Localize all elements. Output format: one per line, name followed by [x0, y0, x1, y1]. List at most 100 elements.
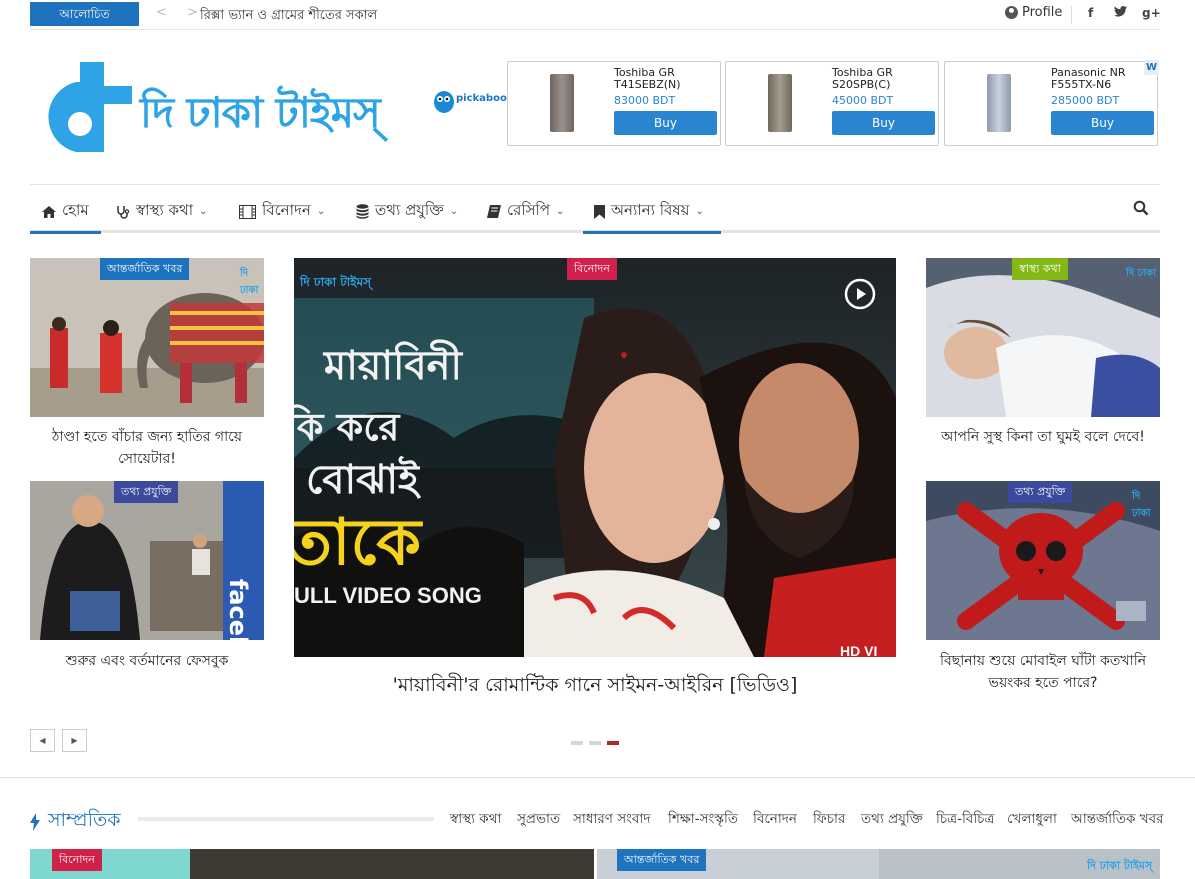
profile-link[interactable]: Profile — [1005, 5, 1062, 20]
latest-post-thumbnail[interactable]: বিনোদন — [30, 849, 594, 879]
post-thumbnail-elephant[interactable]: আন্তর্জাতিক খবর দি ঢাকা — [30, 258, 264, 417]
nav-item-home[interactable]: হোম — [42, 199, 89, 224]
nav-item-health[interactable]: স্বাস্থ্য কথা ⌄ — [116, 199, 207, 224]
filter-tab[interactable]: চিত্র-বিচিত্র — [936, 808, 994, 831]
buy-button[interactable]: Buy — [832, 111, 935, 135]
poster-logo: দি ঢাকা টাইমস্ — [300, 275, 372, 289]
watermark: দি ঢাকা টাইমস্ — [1087, 859, 1153, 872]
ad-price: 45000 BDT — [832, 94, 894, 107]
ad-choices-badge[interactable]: W — [1144, 60, 1159, 75]
slider-next-button[interactable]: ▶ — [62, 729, 87, 752]
post-title[interactable]: বিছানায় শুয়ে মোবাইল ঘাঁটা কতখানি ভয়ংক… — [930, 650, 1156, 694]
latest-title-text: সাম্প্রতিক — [48, 809, 121, 831]
pickaboo-mascot-icon — [434, 91, 454, 113]
post-thumbnail-sleep[interactable]: স্বাস্থ্য কথা দি ঢাকা — [926, 258, 1160, 417]
database-icon — [356, 204, 369, 219]
ad-price: 285000 BDT — [1051, 94, 1120, 107]
post-title[interactable]: শুরুর এবং বর্তমানের ফেসবুক — [38, 650, 256, 672]
latest-section-title: সাম্প্রতিক — [30, 806, 121, 838]
nav-item-recipe[interactable]: রেসিপি ⌄ — [487, 199, 564, 224]
title-rule — [138, 817, 434, 821]
elephant-photo — [30, 258, 264, 417]
user-icon — [1005, 6, 1018, 19]
filter-tab[interactable]: স্বাস্থ্য কথা — [450, 808, 501, 831]
nav-label: অন্যান্য বিষয় — [611, 201, 690, 219]
nav-item-entertainment[interactable]: বিনোদন ⌄ — [239, 199, 325, 224]
fridge-image — [987, 74, 1011, 132]
stethoscope-icon — [117, 205, 130, 219]
filter-tab[interactable]: খেলাধুলা — [1007, 808, 1057, 831]
logo-text: দি ঢাকা টাইমস্ — [140, 88, 381, 137]
category-badge[interactable]: তথ্য প্রযুক্তি — [1008, 481, 1073, 503]
filter-tab[interactable]: শিক্ষা-সংস্কৃতি — [668, 808, 738, 831]
home-icon — [42, 205, 56, 218]
ad-card[interactable]: Toshiba GR S20SPB(C) 45000 BDT Buy — [725, 61, 939, 146]
photo-fragment — [190, 849, 594, 879]
chevron-down-icon: ⌄ — [695, 206, 704, 217]
category-badge[interactable]: তথ্য প্রযুক্তি — [114, 481, 179, 503]
ticker-nav-arrows[interactable]: < > — [156, 5, 206, 20]
bookmark-icon — [594, 204, 605, 219]
pickaboo-logo[interactable]: pickaboo — [432, 88, 507, 116]
top-bar: আলোচিত < > রিক্সা ভ্যান ও গ্রামের শীতের … — [30, 0, 1161, 30]
slider-pagination — [571, 741, 619, 745]
fridge-image — [550, 74, 574, 132]
filter-tab[interactable]: আন্তর্জাতিক খবর — [1071, 808, 1164, 831]
ticker-headline[interactable]: রিক্সা ভ্যান ও গ্রামের শীতের সকাল — [200, 6, 377, 27]
main-nav: হোম স্বাস্থ্য কথা ⌄ বিনোদন ⌄ তথ্য প্রযুক… — [30, 184, 1160, 234]
nav-label: তথ্য প্রযুক্তি — [375, 201, 444, 219]
category-badge[interactable]: স্বাস্থ্য কথা — [1012, 258, 1068, 280]
post-title[interactable]: আপনি সুস্থ কিনা তা ঘুমই বলে দেবে! — [934, 426, 1152, 448]
facebook-icon[interactable]: f — [1088, 6, 1093, 20]
post-thumbnail-mobile[interactable]: তথ্য প্রযুক্তি দি ঢাকা — [926, 481, 1160, 640]
poster-hd: HD VI — [840, 643, 878, 657]
filter-tab[interactable]: বিনোদন — [753, 808, 797, 831]
watermark: দি ঢাকা — [1126, 268, 1157, 279]
post-thumbnail-facebook[interactable]: facebook তথ্য প্রযুক্তি — [30, 481, 264, 640]
category-badge[interactable]: আন্তর্জাতিক খবর — [100, 258, 190, 280]
google-plus-icon[interactable]: g+ — [1142, 6, 1161, 20]
ad-card[interactable]: Toshiba GR T41SEBZ(N) 83000 BDT Buy — [507, 61, 721, 146]
category-badge[interactable]: বিনোদন — [52, 849, 102, 871]
ad-card[interactable]: Panasonic NR F555TX-N6 285000 BDT Buy — [944, 61, 1158, 146]
category-badge[interactable]: আন্তর্জাতিক খবর — [617, 849, 707, 871]
profile-label: Profile — [1022, 5, 1063, 20]
filter-tab[interactable]: ফিচার — [813, 808, 845, 831]
filter-tab[interactable]: সুপ্রভাত — [517, 808, 560, 831]
featured-post-title[interactable]: 'মায়াবিনী'র রোমান্টিক গানে সাইমন-আইরিন … — [294, 674, 896, 696]
play-icon[interactable] — [844, 278, 876, 310]
nav-item-others[interactable]: অন্যান্য বিষয় ⌄ — [594, 199, 704, 224]
nav-label: বিনোদন — [262, 201, 311, 219]
ad-product-name: Toshiba GR T41SEBZ(N) — [614, 66, 681, 91]
ad-product-name: Toshiba GR S20SPB(C) — [832, 66, 893, 91]
sleeping-woman-photo — [926, 258, 1160, 417]
featured-video-thumbnail[interactable]: দি ঢাকা টাইমস্ মায়াবিনী কি করে বোঝাই তা… — [294, 258, 896, 657]
bolt-icon — [30, 813, 40, 831]
fridge-image — [768, 74, 792, 132]
buy-button[interactable]: Buy — [1051, 111, 1154, 135]
top-divider — [1071, 6, 1072, 24]
twitter-icon[interactable] — [1114, 6, 1127, 20]
slider-dot[interactable] — [589, 741, 601, 745]
slider-dot[interactable] — [571, 741, 583, 745]
buy-button[interactable]: Buy — [614, 111, 717, 135]
category-badge[interactable]: বিনোদন — [567, 258, 617, 280]
filter-tab[interactable]: তথ্য প্রযুক্তি — [861, 808, 923, 831]
chevron-down-icon: ⌄ — [449, 206, 459, 217]
latest-post-thumbnail[interactable]: আন্তর্জাতিক খবর দি ঢাকা টাইমস্ — [597, 849, 1160, 879]
section-divider — [0, 777, 1195, 778]
chevron-down-icon: ⌄ — [316, 206, 326, 217]
watermark: দি ঢাকা — [1132, 491, 1151, 519]
filter-tab[interactable]: সাধারণ সংবাদ — [573, 808, 650, 831]
facebook-vertical-text: facebook — [224, 561, 252, 640]
post-title[interactable]: ঠাণ্ডা হতে বাঁচার জন্য হাতির গায়ে সোয়ে… — [38, 426, 256, 470]
trending-label: আলোচিত — [30, 2, 139, 26]
nav-item-technology[interactable]: তথ্য প্রযুক্তি ⌄ — [356, 199, 458, 224]
chevron-down-icon: ⌄ — [556, 206, 565, 217]
logo-mark-icon — [48, 62, 132, 152]
search-icon[interactable] — [1133, 200, 1149, 216]
site-logo[interactable]: দি ঢাকা টাইমস্ — [40, 62, 385, 154]
slider-prev-button[interactable]: ◀ — [30, 729, 55, 752]
ad-product-name: Panasonic NR F555TX-N6 — [1051, 66, 1126, 91]
slider-dot-active[interactable] — [607, 741, 619, 745]
